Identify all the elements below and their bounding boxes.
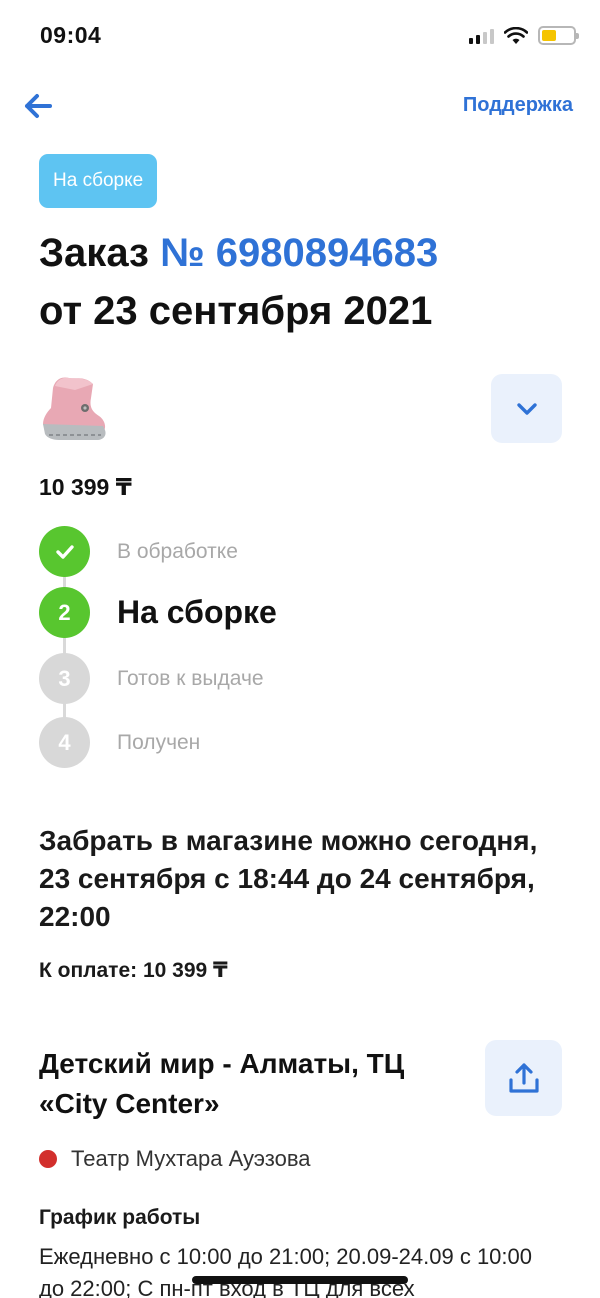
status-time: 09:04: [40, 22, 102, 48]
order-progress: В обработке 2 На сборке 3 Готов к выдаче…: [39, 526, 539, 770]
metro-station: Театр Мухтара Ауэзова: [39, 1146, 311, 1172]
product-thumbnail[interactable]: [39, 374, 111, 442]
step-label: Получен: [117, 730, 201, 754]
step-marker: 4: [39, 717, 90, 768]
battery-icon: [538, 26, 579, 45]
order-title: Заказ № 6980894683 от 23 сентября 2021: [39, 224, 438, 340]
back-button[interactable]: [24, 85, 64, 127]
check-icon: [55, 544, 74, 559]
battery-fill: [542, 30, 556, 41]
progress-step-ready: 3 Готов к выдаче: [39, 653, 264, 704]
order-price: 10 399 ₸: [39, 474, 132, 500]
chevron-down-icon: [516, 402, 537, 415]
order-title-prefix: Заказ: [39, 231, 161, 275]
top-nav: Поддержка: [0, 85, 600, 127]
pink-boot-image: [43, 377, 106, 440]
order-title-line: Заказ № 6980894683: [39, 224, 438, 282]
share-button[interactable]: [485, 1040, 562, 1116]
progress-step-processing: В обработке: [39, 526, 238, 577]
home-indicator[interactable]: [192, 1276, 408, 1284]
step-marker: 2: [39, 587, 90, 638]
pickup-info: Забрать в магазине можно сегодня, 23 сен…: [39, 825, 538, 932]
status-icons: [469, 26, 579, 45]
schedule-text: Ежедневно с 10:00 до 21:00; 20.09-24.09 …: [39, 1244, 533, 1298]
order-number[interactable]: № 6980894683: [160, 231, 438, 275]
step-marker: [39, 526, 90, 577]
store-name: Детский мир - Алматы, ТЦ «City Center»: [39, 1048, 405, 1119]
step-label: На сборке: [117, 594, 277, 630]
progress-step-received: 4 Получен: [39, 717, 200, 768]
schedule-title: График работы: [39, 1206, 201, 1229]
status-bar: 09:04: [0, 0, 600, 70]
expand-items-button[interactable]: [491, 374, 562, 443]
support-link[interactable]: Поддержка: [463, 94, 573, 117]
order-date: от 23 сентября 2021: [39, 289, 433, 333]
share-icon: [508, 1063, 539, 1093]
signal-icon: [469, 28, 494, 44]
order-status-badge: На сборке: [39, 154, 158, 208]
step-marker: 3: [39, 653, 90, 704]
payment-amount: К оплате: 10 399 ₸: [39, 959, 228, 982]
metro-line-dot: [39, 1150, 57, 1168]
step-label: В обработке: [117, 539, 238, 563]
metro-station-name: Театр Мухтара Ауэзова: [71, 1146, 311, 1171]
progress-step-assembly: 2 На сборке: [39, 587, 277, 638]
arrow-left-icon: [25, 94, 52, 118]
step-label: Готов к выдаче: [117, 666, 264, 690]
wifi-icon: [504, 26, 528, 44]
